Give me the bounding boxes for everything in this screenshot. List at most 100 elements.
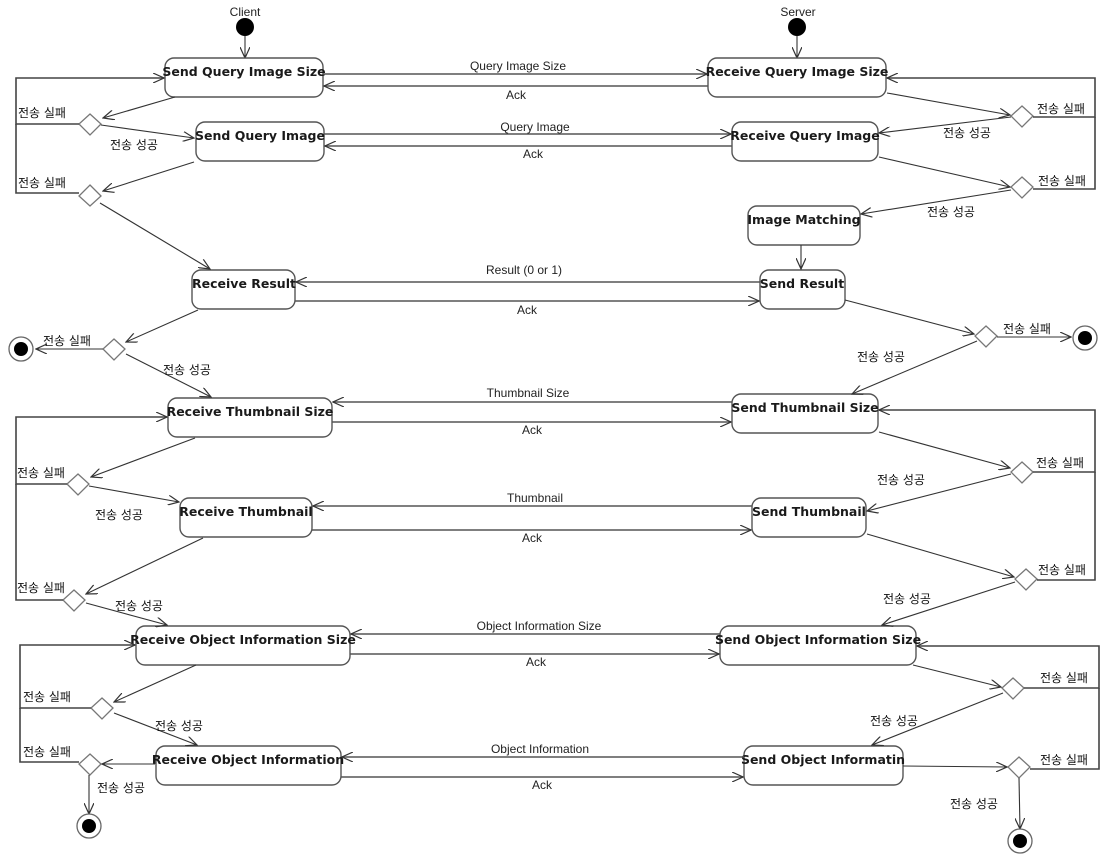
guard-fail-s1: 전송 실패 xyxy=(1037,102,1085,116)
decision-server-2 xyxy=(1010,176,1034,199)
guard-fail-s2: 전송 실패 xyxy=(1038,174,1086,188)
guard-fail-c1: 전송 실패 xyxy=(18,106,66,120)
state-send-object-information-size: Send Object Information Size xyxy=(715,625,921,666)
svg-text:Receive Object Information Siz: Receive Object Information Size xyxy=(130,632,356,647)
edge-d2-to-c3 xyxy=(99,202,210,269)
msg-label-result: Result (0 or 1) xyxy=(486,263,562,277)
decision-client-5 xyxy=(62,589,86,612)
svg-text:Send Query Image Size: Send Query Image Size xyxy=(162,64,325,79)
msg-label-ack-6: Ack xyxy=(526,655,547,669)
edge-d4-to-c5 xyxy=(88,485,179,502)
client-end-node-2-dot xyxy=(82,819,96,833)
guard-success-c3: 전송 성공 xyxy=(163,363,211,377)
decision-client-7 xyxy=(78,753,102,776)
server-start-node xyxy=(788,18,806,36)
decision-client-1 xyxy=(78,113,102,136)
guard-fail-c7: 전송 실패 xyxy=(23,745,71,759)
state-receive-thumbnail: Receive Thumbnail xyxy=(179,497,313,538)
edge-c5-to-d5 xyxy=(86,537,204,594)
edge-c2-to-d2 xyxy=(103,161,195,191)
svg-text:Send Object Information Size: Send Object Information Size xyxy=(715,632,921,647)
decision-server-1 xyxy=(1010,105,1034,128)
msg-label-object-information: Object Information xyxy=(491,742,589,756)
guard-success-s5: 전송 성공 xyxy=(883,592,931,606)
msg-label-ack-1: Ack xyxy=(506,88,527,102)
svg-text:Receive Query Image Size: Receive Query Image Size xyxy=(706,64,889,79)
state-send-query-image: Send Query Image xyxy=(195,121,325,162)
guard-success-c4: 전송 성공 xyxy=(95,508,143,522)
decision-client-4 xyxy=(66,473,90,496)
decision-client-2 xyxy=(78,184,102,207)
guard-success-c7: 전송 성공 xyxy=(97,781,145,795)
guard-fail-s4: 전송 실패 xyxy=(1036,456,1084,470)
guard-fail-c3: 전송 실패 xyxy=(43,334,91,348)
guard-success-s4: 전송 성공 xyxy=(877,473,925,487)
edge-c6-to-d6 xyxy=(114,664,197,702)
edge-c3-to-d3 xyxy=(126,309,199,342)
msg-label-query-image-size: Query Image Size xyxy=(470,59,566,73)
state-send-result: Send Result xyxy=(759,269,846,310)
msg-label-ack-7: Ack xyxy=(532,778,553,792)
guard-fail-c4: 전송 실패 xyxy=(17,466,65,480)
state-send-thumbnail-size: Send Thumbnail Size xyxy=(731,393,879,434)
svg-text:Image Matching: Image Matching xyxy=(747,212,860,227)
guard-success-c5: 전송 성공 xyxy=(115,599,163,613)
guard-success-s2: 전송 성공 xyxy=(927,205,975,219)
edge-sd7-to-end xyxy=(1019,777,1020,829)
msg-label-query-image: Query Image xyxy=(500,120,570,134)
guard-fail-c2: 전송 실패 xyxy=(18,176,66,190)
svg-text:Receive Object Information: Receive Object Information xyxy=(152,752,344,767)
guard-fail-s3: 전송 실패 xyxy=(1003,322,1051,336)
state-receive-object-information-size: Receive Object Information Size xyxy=(130,625,356,666)
decision-server-5 xyxy=(1014,568,1038,591)
msg-label-thumbnail-size: Thumbnail Size xyxy=(487,386,570,400)
edge-s7-to-sd7 xyxy=(902,766,1007,767)
client-label: Client xyxy=(230,5,261,19)
edge-sd3-to-s4 xyxy=(852,340,978,394)
state-send-query-image-size: Send Query Image Size xyxy=(162,57,326,98)
svg-text:Send Thumbnail: Send Thumbnail xyxy=(752,504,866,519)
guard-success-s7: 전송 성공 xyxy=(950,797,998,811)
msg-label-thumbnail: Thumbnail xyxy=(507,491,563,505)
server-end-node-1-dot xyxy=(1078,331,1092,345)
svg-text:Send Thumbnail Size: Send Thumbnail Size xyxy=(731,400,878,415)
guard-fail-s7: 전송 실패 xyxy=(1040,753,1088,767)
client-start-node xyxy=(236,18,254,36)
svg-text:Send Object Informatin: Send Object Informatin xyxy=(741,752,905,767)
state-image-matching: Image Matching xyxy=(747,205,861,246)
edge-c1-to-d1 xyxy=(103,96,176,118)
state-receive-query-image: Receive Query Image xyxy=(730,121,880,162)
edge-s3-to-sd3 xyxy=(844,299,974,334)
state-receive-result: Receive Result xyxy=(191,269,296,310)
msg-label-ack-4: Ack xyxy=(522,423,543,437)
msg-label-ack-2: Ack xyxy=(523,147,544,161)
decision-server-6 xyxy=(1001,677,1025,700)
svg-text:Receive Query Image: Receive Query Image xyxy=(730,128,879,143)
server-label: Server xyxy=(780,5,815,19)
state-receive-object-information: Receive Object Information xyxy=(152,745,344,786)
msg-label-ack-5: Ack xyxy=(522,531,543,545)
decision-client-6 xyxy=(90,697,114,720)
msg-label-object-information-size: Object Information Size xyxy=(477,619,602,633)
state-receive-query-image-size: Receive Query Image Size xyxy=(706,57,889,98)
decision-server-7 xyxy=(1007,756,1031,779)
state-receive-thumbnail-size: Receive Thumbnail Size xyxy=(167,397,334,438)
state-send-object-informatin: Send Object Informatin xyxy=(741,745,905,786)
svg-text:Receive Result: Receive Result xyxy=(192,276,296,291)
decision-server-4 xyxy=(1010,461,1034,484)
state-send-thumbnail: Send Thumbnail xyxy=(751,497,867,538)
server-end-node-2-dot xyxy=(1013,834,1027,848)
edge-c4-to-d4 xyxy=(91,437,196,477)
guard-fail-c6: 전송 실패 xyxy=(23,690,71,704)
edge-d1-to-c2 xyxy=(100,124,194,138)
edge-s2-to-sd2 xyxy=(878,156,1010,187)
svg-text:Send Query Image: Send Query Image xyxy=(195,128,325,143)
edge-s4-to-sd4 xyxy=(878,431,1010,468)
svg-text:Receive Thumbnail: Receive Thumbnail xyxy=(179,504,312,519)
svg-text:Receive Thumbnail Size: Receive Thumbnail Size xyxy=(167,404,334,419)
guard-fail-s5: 전송 실패 xyxy=(1038,563,1086,577)
guard-success-s1: 전송 성공 xyxy=(943,126,991,140)
msg-label-ack-3: Ack xyxy=(517,303,538,317)
decision-server-3 xyxy=(974,325,998,348)
guard-success-c6: 전송 성공 xyxy=(155,719,203,733)
